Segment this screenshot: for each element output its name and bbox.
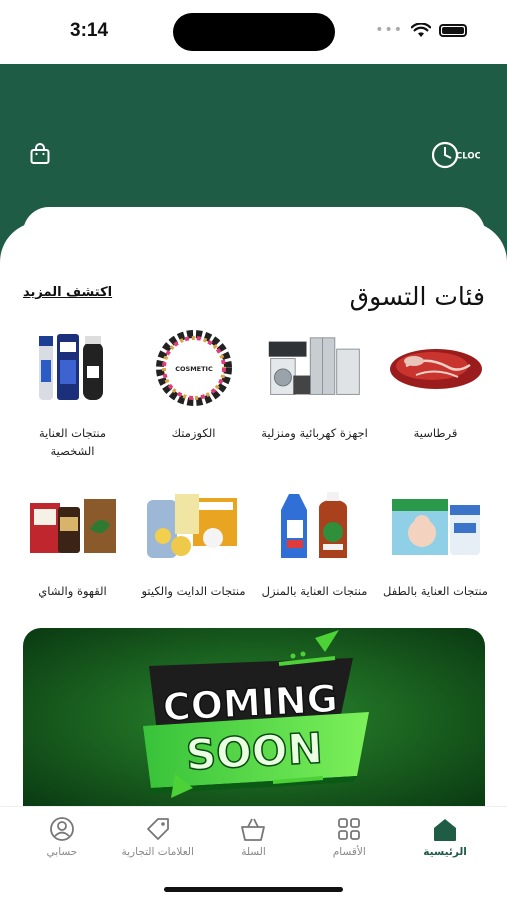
category-label: اجهزة كهربائية ومنزلية xyxy=(261,426,368,440)
home-indicator xyxy=(164,887,343,892)
category-diet-keto[interactable]: منتجات الدايت والكيتو xyxy=(133,488,254,646)
clock-logo: CLOCK xyxy=(431,138,488,170)
nav-brands[interactable]: العلامات التجارية xyxy=(110,815,206,858)
categories-grid: قرطاسية اجهزة كهربائية ومنزلية COSMETIC … xyxy=(12,330,496,646)
status-icons: ••• xyxy=(375,22,467,38)
basket-icon xyxy=(241,818,266,841)
category-appliances[interactable]: اجهزة كهربائية ومنزلية xyxy=(254,330,375,488)
categories-row: منتجات العناية بالطفل منتجات العناية بال xyxy=(12,488,496,646)
user-icon xyxy=(49,817,74,841)
category-label: منتجات الدايت والكيتو xyxy=(141,584,246,598)
status-time: 3:14 xyxy=(70,20,109,41)
category-stationery[interactable]: قرطاسية xyxy=(375,330,496,488)
category-personal-care[interactable]: منتجات العناية الشخصية xyxy=(12,330,133,488)
promo-banner[interactable]: COMING SOON xyxy=(23,628,485,808)
category-cosmetics[interactable]: COSMETIC الكوزمتك xyxy=(133,330,254,488)
category-label: الكوزمتك xyxy=(171,426,216,440)
tag-icon xyxy=(146,818,169,840)
grid-icon xyxy=(338,818,361,840)
home-icon xyxy=(434,819,457,841)
battery-icon xyxy=(439,23,467,37)
main-content: فئات التسوق اكتشف المزيد قرطاسية اجهزة ك… xyxy=(0,222,507,812)
baby-care-products-image xyxy=(386,488,486,564)
personal-care-products-image xyxy=(23,330,123,406)
category-coffee-tea[interactable]: القهوة والشاي xyxy=(12,488,133,646)
nav-label: الرئيسية xyxy=(423,846,467,858)
logo-text: CLOCK xyxy=(456,152,480,162)
home-cleaning-products-image xyxy=(265,488,365,564)
category-home-care[interactable]: منتجات العناية بالمنزل xyxy=(254,488,375,646)
wifi-icon xyxy=(411,22,431,37)
category-label: منتجات العناية بالمنزل xyxy=(261,584,368,598)
nav-label: الأقسام xyxy=(332,846,366,858)
bottom-navigation: الرئيسية الأقسام السلة العلامات التجارية… xyxy=(0,806,507,900)
raw-meat-image xyxy=(386,330,486,406)
home-appliances-image xyxy=(265,330,365,406)
nav-cart[interactable]: السلة xyxy=(206,815,302,858)
svg-text:COSMETIC: COSMETIC xyxy=(175,365,213,373)
nav-label: العلامات التجارية xyxy=(121,846,194,858)
category-label: القهوة والشاي xyxy=(38,584,107,598)
category-label: منتجات العناية الشخصية xyxy=(38,426,107,458)
banner-soon-text: SOON xyxy=(185,723,324,779)
shopping-bag-icon[interactable] xyxy=(28,142,52,166)
nav-label: حسابي xyxy=(46,846,78,858)
cosmetics-circle-image: COSMETIC xyxy=(144,330,244,406)
categories-row: قرطاسية اجهزة كهربائية ومنزلية COSMETIC … xyxy=(12,330,496,488)
dynamic-island xyxy=(173,13,335,51)
nav-categories[interactable]: الأقسام xyxy=(301,815,397,858)
nav-account[interactable]: حسابي xyxy=(14,815,110,858)
coffee-tea-products-image xyxy=(23,488,123,564)
signal-dots: ••• xyxy=(375,22,403,38)
banner-coming-text: COMING xyxy=(162,676,339,729)
see-more-link[interactable]: اكتشف المزيد xyxy=(23,285,112,300)
category-baby-care[interactable]: منتجات العناية بالطفل xyxy=(375,488,496,646)
category-label: منتجات العناية بالطفل xyxy=(383,584,488,598)
category-label: قرطاسية xyxy=(413,426,458,440)
section-title: فئات التسوق xyxy=(349,282,485,311)
nav-label: السلة xyxy=(241,846,266,858)
diet-keto-products-image xyxy=(144,488,244,564)
status-bar: 3:14 ••• xyxy=(0,0,507,64)
nav-home[interactable]: الرئيسية xyxy=(397,815,493,858)
